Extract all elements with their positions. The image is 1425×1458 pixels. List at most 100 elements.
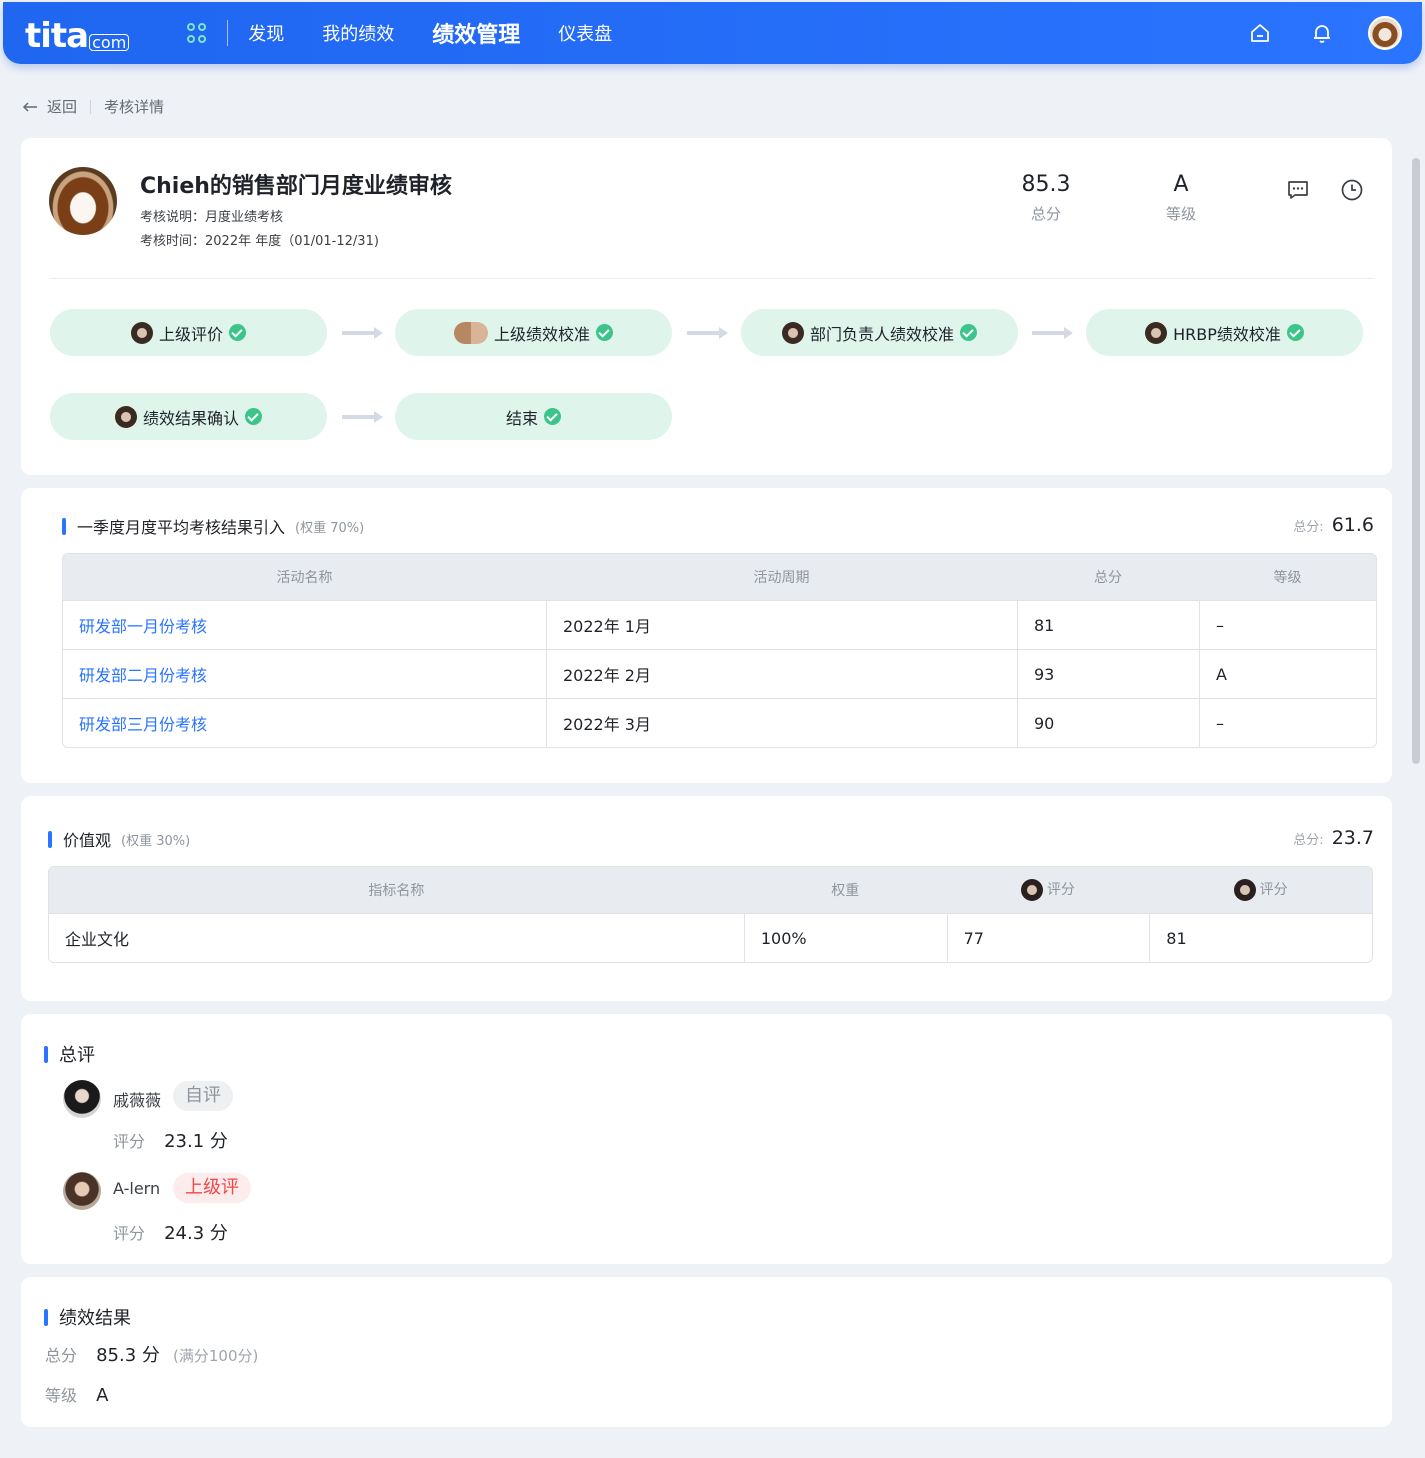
header-divider (50, 278, 1374, 279)
breadcrumb-separator (90, 99, 92, 114)
result-section-title: 绩效结果 (59, 1308, 131, 1329)
activity-name-link[interactable]: 研发部一月份考核 (63, 600, 546, 649)
nav-discover[interactable]: 发现 (248, 20, 284, 46)
step-label: 绩效结果确认 (142, 408, 239, 428)
total-score-box: 85.3 总分 (1016, 172, 1076, 224)
assessment-period: 考核时间：2022年 年度（01/01-12/31) (140, 234, 379, 249)
back-arrow-icon[interactable] (22, 101, 38, 113)
indicator-name: 企业文化 (49, 913, 744, 962)
nav-divider (227, 20, 229, 46)
column-header: 评分 (946, 867, 1150, 913)
approver-avatar (453, 321, 488, 344)
activity-grade: – (1199, 698, 1376, 747)
grade-box: A 等级 (1151, 172, 1211, 224)
approver-avatar (1145, 321, 1168, 344)
values-section-title: 价值观 (63, 831, 112, 850)
section-title: 绩效结果 (44, 1304, 131, 1330)
total-label: 总分: (1293, 833, 1324, 848)
arrow-right-icon (342, 411, 383, 423)
back-link[interactable]: 返回 (47, 96, 77, 117)
logo-text: tita (25, 16, 89, 56)
step-label: 上级评价 (158, 324, 223, 344)
activity-name-link[interactable]: 研发部三月份考核 (63, 698, 546, 747)
arrow-right-icon (687, 327, 728, 339)
quarter-results-table: 活动名称 活动周期 总分 等级 研发部一月份考核 2022年 1月 81 – 研… (62, 553, 1377, 748)
performance-result-card: 绩效结果 总分 85.3 分 (满分100分) 等级 A (21, 1277, 1392, 1427)
reviewer-name: A-lern (113, 1179, 161, 1198)
score-label: 评分 (113, 1224, 146, 1243)
apps-grid-icon[interactable] (187, 23, 207, 43)
score-column-label: 评分 (1259, 882, 1288, 898)
reviewer-avatar (63, 1080, 101, 1118)
quarter-weight: (权重 70%) (295, 520, 365, 536)
assessment-header-card: Chieh的销售部门月度业绩审核 考核说明：月度业绩考核 考核时间：2022年 … (21, 138, 1392, 475)
employee-avatar (49, 167, 117, 235)
check-circle-icon (544, 408, 561, 425)
quarter-total: 总分: 61.6 (1293, 514, 1374, 536)
section-accent-bar (48, 830, 52, 848)
user-avatar[interactable] (1368, 16, 1402, 50)
bell-icon[interactable] (1310, 21, 1334, 45)
activity-period: 2022年 3月 (546, 698, 1017, 747)
result-total-value: 85.3 分 (96, 1345, 160, 1366)
check-circle-icon (1286, 324, 1304, 341)
nav-performance-management[interactable]: 绩效管理 (432, 17, 520, 49)
total-value: 61.6 (1331, 514, 1374, 536)
total-score-value: 85.3 (1021, 172, 1071, 197)
quarter-results-card: 一季度月度平均考核结果引入 (权重 70%) 总分: 61.6 活动名称 活动周… (21, 488, 1392, 783)
nav-dashboard[interactable]: 仪表盘 (558, 20, 612, 46)
reviewer-score: 评分 24.3 分 (113, 1219, 228, 1245)
reviewer-name: 戚薇薇 (113, 1091, 162, 1110)
grade-label: 等级 (1165, 205, 1196, 223)
tita-logo[interactable]: tita com (25, 13, 130, 56)
indicator-weight: 100% (743, 913, 947, 962)
reviewer-score: 评分 23.1 分 (113, 1127, 228, 1153)
workflow-step[interactable]: 上级绩效校准 (395, 309, 672, 356)
workflow-step[interactable]: 上级评价 (50, 309, 327, 356)
activity-name-link[interactable]: 研发部二月份考核 (63, 649, 546, 698)
indicator-score: 77 (946, 913, 1150, 962)
check-circle-icon (960, 324, 977, 341)
workflow-step-end[interactable]: 结束 (395, 393, 672, 440)
activity-score: 81 (1017, 600, 1199, 649)
workflow-step[interactable]: 绩效结果确认 (50, 393, 327, 440)
step-label: 结束 (505, 408, 538, 428)
supervisor-review-tag: 上级评 (173, 1173, 251, 1203)
section-accent-bar (62, 517, 66, 535)
score-label: 评分 (113, 1132, 146, 1151)
values-table: 指标名称 权重 评分 评分 企业文化 100% 77 81 (48, 866, 1373, 963)
nav-my-performance[interactable]: 我的绩效 (322, 20, 394, 46)
section-title: 一季度月度平均考核结果引入 (权重 70%) (62, 514, 364, 538)
score-column-label: 评分 (1046, 882, 1075, 898)
workflow-step[interactable]: HRBP绩效校准 (1086, 309, 1363, 356)
workflow-step[interactable]: 部门负责人绩效校准 (741, 309, 1018, 356)
result-grade-line: 等级 A (45, 1382, 108, 1406)
table-row: 企业文化 100% 77 81 (49, 913, 1372, 962)
history-clock-icon[interactable] (1340, 178, 1364, 202)
indicator-score: 81 (1149, 913, 1372, 962)
check-circle-icon (245, 408, 262, 425)
overall-review-card: 总评 戚薇薇 自评 评分 23.1 分 A-lern 上级评 评分 24.3 分 (21, 1014, 1392, 1264)
quarter-section-title: 一季度月度平均考核结果引入 (77, 518, 286, 537)
breadcrumb: 返回 考核详情 (22, 96, 164, 117)
section-accent-bar (44, 1308, 48, 1326)
activity-grade: A (1199, 649, 1376, 698)
column-header: 评分 (1149, 867, 1372, 913)
scrollbar[interactable] (1412, 158, 1420, 764)
result-grade-label: 等级 (45, 1386, 78, 1405)
total-value: 23.7 (1331, 827, 1374, 849)
approver-avatar (781, 321, 804, 344)
result-total-label: 总分 (45, 1346, 78, 1365)
activity-grade: – (1199, 600, 1376, 649)
section-accent-bar (44, 1045, 48, 1063)
activity-period: 2022年 2月 (546, 649, 1017, 698)
column-header: 指标名称 (49, 867, 744, 913)
column-header: 活动名称 (63, 554, 546, 600)
breadcrumb-current: 考核详情 (104, 98, 165, 116)
table-row: 研发部二月份考核 2022年 2月 93 A (63, 649, 1376, 698)
check-circle-icon (229, 324, 246, 341)
comment-icon[interactable] (1286, 178, 1310, 202)
total-score-label: 总分 (1030, 205, 1061, 223)
home-icon[interactable] (1248, 21, 1272, 45)
score-value: 24.3 分 (164, 1223, 228, 1244)
